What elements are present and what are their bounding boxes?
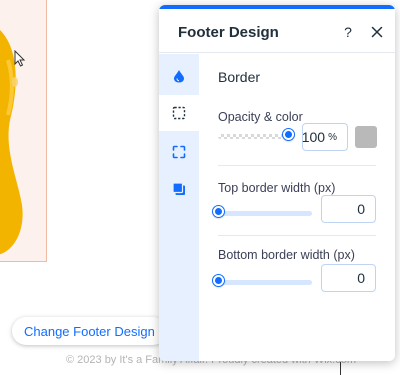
top-border-slider-handle[interactable] (213, 206, 224, 217)
design-side-tabs (159, 54, 199, 361)
border-color-swatch[interactable] (355, 126, 377, 148)
panel-title: Footer Design (178, 24, 279, 41)
footer-design-panel: Footer Design ? Border Opacity & color 1… (159, 5, 395, 361)
bottom-border-slider-handle[interactable] (213, 275, 224, 286)
canvas-guide-line (340, 362, 341, 375)
tab-corners[interactable] (159, 134, 199, 170)
opacity-input[interactable]: 100% (302, 123, 348, 151)
tab-fill-color[interactable] (159, 58, 199, 94)
section-title-border: Border (218, 69, 261, 85)
tab-shadow[interactable] (159, 171, 199, 207)
change-footer-design-button[interactable]: Change Footer Design (12, 317, 167, 345)
divider (218, 235, 376, 236)
footer-section-canvas[interactable] (0, 0, 47, 262)
opacity-value: 100 (301, 129, 326, 145)
opacity-slider[interactable] (218, 129, 294, 140)
bottom-border-width-label: Bottom border width (px) (218, 248, 355, 262)
shadow-icon (172, 182, 185, 195)
bottom-border-width-input[interactable]: 0 (321, 264, 376, 292)
bottom-border-width-slider[interactable] (213, 275, 312, 286)
border-icon (172, 106, 186, 120)
fill-color-icon (174, 70, 184, 83)
opacity-unit: % (328, 131, 337, 143)
panel-content: Border Opacity & color 100% Top border w… (199, 54, 395, 361)
tab-border[interactable] (159, 95, 199, 131)
help-icon[interactable]: ? (341, 23, 355, 41)
opacity-color-label: Opacity & color (218, 110, 303, 124)
divider (218, 165, 376, 166)
opacity-slider-handle[interactable] (283, 129, 294, 140)
top-border-width-slider[interactable] (213, 206, 312, 217)
corners-icon (172, 145, 186, 159)
close-icon[interactable] (371, 26, 383, 38)
panel-header: Footer Design ? (159, 9, 395, 53)
top-border-width-input[interactable]: 0 (321, 195, 376, 223)
top-border-width-label: Top border width (px) (218, 181, 336, 195)
mouse-cursor-icon (14, 50, 26, 67)
